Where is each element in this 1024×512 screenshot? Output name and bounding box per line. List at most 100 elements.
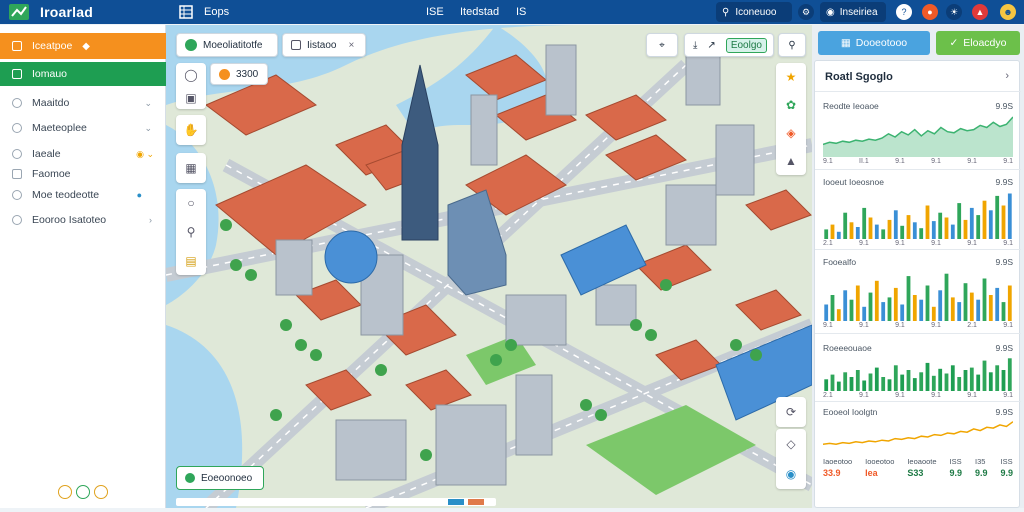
nav-link-1[interactable]: Eops [204,6,229,18]
alert-icon[interactable]: ▲ [972,4,988,20]
sidebar-item-label: Moe teodeotte [32,189,100,201]
search-icon: ⚲ [788,39,796,51]
top-search[interactable]: ⚲ Iconeuoo [716,2,792,22]
nav-link-3[interactable]: Itedstad [460,6,499,18]
panel-primary-button[interactable]: ▦ Dooeotooo [818,31,930,55]
active-tool-label[interactable]: Eoolgo [725,37,767,53]
stat-value: 9.9 [975,468,988,478]
logo-icon [9,4,29,20]
map-tools-group-3: ▦ [176,153,206,183]
stat-item: Ieoaoote S33 [907,457,936,478]
sidebar-item-2[interactable]: Iomauo [0,62,166,86]
bar [836,381,841,391]
map-badge-chip[interactable]: 3300 [210,63,268,85]
bar [995,287,1000,321]
settings-icon[interactable]: ⚙ [798,4,814,20]
locate-icon[interactable]: ◉ [780,463,802,485]
bar [881,377,886,391]
chart-title: Reodte Ieoaoe [823,101,879,111]
bar [938,290,943,321]
chart-4-plot [824,358,1012,391]
chart-1-axis: 9.1 II.1 9.1 9.1 9.1 9.1 [823,158,1013,165]
calendar-icon[interactable]: ▦ [180,157,202,179]
bar [976,299,981,321]
bar [1001,370,1006,391]
top-action-label: Inseiriea [839,6,878,18]
sidebar-item-4[interactable]: Maeteoplee ⌄ [0,116,166,140]
map-search-chip[interactable]: Moeoliatitotfe [176,33,278,57]
direction-icon[interactable]: ◇ [780,433,802,455]
search-icon: ⚲ [722,6,730,18]
grid-menu-icon[interactable] [179,5,193,19]
bar [925,285,930,321]
layers-icon[interactable]: ◯ [180,64,202,86]
marker-icon[interactable]: ⚲ [180,221,202,243]
star-icon[interactable]: ★ [780,66,802,88]
nav-link-2[interactable]: ISE [426,6,444,18]
bar [963,370,968,391]
bar [824,229,829,239]
bar [830,224,835,239]
map-canvas[interactable] [166,25,812,508]
bar [830,295,835,321]
stat-value: 9.9 [949,468,963,478]
circle-icon [12,215,22,225]
hand-icon[interactable]: ✋ [180,119,202,141]
bar [944,273,949,321]
stat-value: S33 [907,468,924,478]
top-action-button[interactable]: ◉ Inseiriea [820,2,886,22]
close-icon[interactable]: × [348,40,354,51]
circle-icon[interactable] [94,485,108,499]
sidebar-item-8[interactable]: Eooroo Isatoteo › [0,208,166,232]
chart-value: 9.9S [995,407,1014,417]
chevron-right-icon[interactable]: › [1005,70,1009,82]
bell-icon[interactable]: ☀ [946,4,962,20]
map-filter-chip[interactable]: Iistaoo × [282,33,366,57]
bar [855,370,860,391]
bar [1001,302,1006,321]
avatar[interactable]: ☻ [1000,4,1016,20]
bar [874,224,879,239]
bar [925,205,930,239]
bar [830,374,835,391]
gamepad-icon[interactable]: ▣ [180,87,202,109]
sidebar-item-label: Iomauo [32,68,68,80]
notification-icon[interactable]: ● [922,4,938,20]
note-icon[interactable]: ▤ [180,250,202,272]
sidebar-item-1[interactable]: Iceatpoe ◆ [0,33,166,59]
leaf-icon[interactable]: ✿ [780,94,802,116]
chart-4-axis: 2.1 9.1 9.1 9.1 9.1 9.1 [823,392,1013,399]
map-legend-chip[interactable]: Eoeoonoeo [176,466,264,490]
pin-tool-icon[interactable]: ⤓ [693,40,697,51]
circle-tool-icon[interactable]: ○ [180,192,202,214]
bar [836,231,841,239]
tree-icon[interactable]: ▲ [780,150,802,172]
tick-label: 9.1 [931,240,941,247]
bar [1007,285,1012,321]
tick-label: 2.1 [823,392,833,399]
help-icon[interactable]: ? [896,4,912,20]
bar [836,309,841,321]
map-tools-group-2: ✋ [176,115,206,145]
bar [931,375,936,391]
bar [995,195,1000,239]
bar [944,217,949,239]
zoom-fit-button[interactable]: ⌖ [646,33,678,57]
circle-icon[interactable] [76,485,90,499]
search-map-button[interactable]: ⚲ [778,33,806,57]
sidebar-item-3[interactable]: Maaitdo ⌄ [0,91,166,115]
city-map[interactable]: Moeoliatitotfe Iistaoo × 3300 ◯ ▣ ✋ ▦ ○ … [166,25,812,508]
circle-icon[interactable] [58,485,72,499]
bar [988,295,993,321]
fire-icon[interactable]: ◈ [780,122,802,144]
chart-4: Roeeeouaoe 9.9S 2.1 9.1 9.1 9.1 9.1 9.1 [823,343,1013,399]
tick-label: 9.1 [895,322,905,329]
compass-icon[interactable]: ⟳ [780,401,802,423]
bar [849,377,854,391]
nav-link-4[interactable]: IS [516,6,526,18]
map-filter-label: Iistaoo [307,39,337,51]
panel-secondary-button[interactable]: ✓ Eloacdyo [936,31,1020,55]
chart-3: Fooealfo 9.9S 9.1 9.1 9.1 9.1 2.1 9.1 [823,257,1013,329]
sidebar-item-7[interactable]: Moe teodeotte ● [0,183,166,207]
draw-icon[interactable]: ↗ [707,40,715,51]
